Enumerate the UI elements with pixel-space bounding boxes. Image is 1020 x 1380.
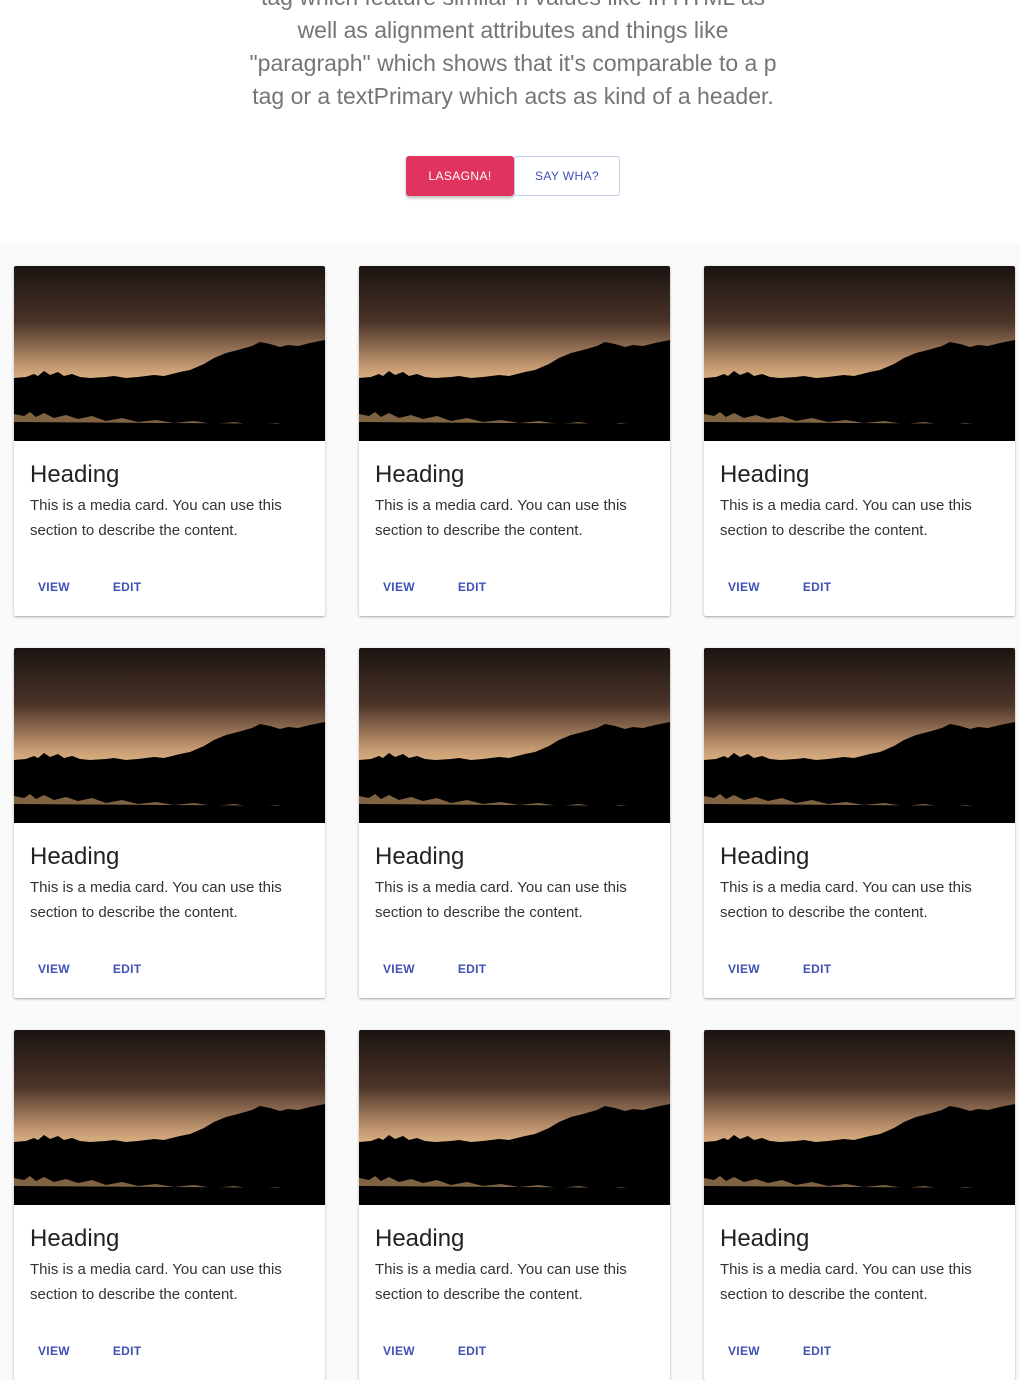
card-media-image (704, 648, 1015, 823)
media-card: Heading This is a media card. You can us… (704, 648, 1015, 998)
card-description: This is a media card. You can use this s… (720, 1261, 972, 1303)
card-heading: Heading (30, 461, 120, 488)
media-card: Heading This is a media card. You can us… (14, 266, 325, 616)
card-media-image (704, 1030, 1015, 1205)
card-media-image (14, 266, 325, 441)
view-button[interactable]: View (367, 1338, 431, 1364)
view-button[interactable]: View (712, 956, 776, 982)
card-actions: View Edit (712, 574, 858, 600)
edit-button[interactable]: Edit (442, 574, 503, 600)
card-media-image (359, 1030, 670, 1205)
card-heading: Heading (30, 1225, 120, 1252)
media-card: Heading This is a media card. You can us… (359, 266, 670, 616)
hero-button-group: Lasagna! Say wha? (406, 156, 620, 196)
media-card: Heading This is a media card. You can us… (704, 1030, 1015, 1380)
card-heading: Heading (720, 461, 810, 488)
view-button[interactable]: View (712, 1338, 776, 1364)
media-card: Heading This is a media card. You can us… (14, 1030, 325, 1380)
card-actions: View Edit (22, 1338, 168, 1364)
card-actions: View Edit (367, 574, 513, 600)
edit-button[interactable]: Edit (97, 574, 158, 600)
card-heading: Heading (30, 843, 120, 870)
media-card: Heading This is a media card. You can us… (359, 1030, 670, 1380)
card-media-image (14, 648, 325, 823)
card-description: This is a media card. You can use this s… (375, 497, 627, 539)
view-button[interactable]: View (367, 956, 431, 982)
card-description: This is a media card. You can use this s… (30, 497, 282, 539)
hero-section: tag which feature similar h values like … (0, 0, 1020, 244)
hero-line: tag or a textPrimary which acts as kind … (252, 83, 774, 109)
lasagna-button[interactable]: Lasagna! (406, 156, 514, 196)
card-grid: Heading This is a media card. You can us… (14, 266, 1015, 1380)
edit-button[interactable]: Edit (97, 1338, 158, 1364)
card-description: This is a media card. You can use this s… (30, 879, 282, 921)
view-button[interactable]: View (367, 574, 431, 600)
card-media-image (14, 1030, 325, 1205)
media-card: Heading This is a media card. You can us… (14, 648, 325, 998)
media-card: Heading This is a media card. You can us… (704, 266, 1015, 616)
view-button[interactable]: View (22, 956, 86, 982)
card-actions: View Edit (22, 574, 168, 600)
card-actions: View Edit (712, 956, 858, 982)
say-wha-button[interactable]: Say wha? (514, 156, 620, 196)
hero-line: tag which feature similar h values like … (200, 0, 826, 14)
edit-button[interactable]: Edit (442, 956, 503, 982)
card-heading: Heading (720, 1225, 810, 1252)
card-heading: Heading (375, 843, 465, 870)
card-heading: Heading (375, 461, 465, 488)
hero-description: tag which feature similar h values like … (200, 0, 826, 113)
card-description: This is a media card. You can use this s… (375, 879, 627, 921)
edit-button[interactable]: Edit (442, 1338, 503, 1364)
media-card: Heading This is a media card. You can us… (359, 648, 670, 998)
edit-button[interactable]: Edit (787, 574, 848, 600)
card-heading: Heading (375, 1225, 465, 1252)
edit-button[interactable]: Edit (787, 956, 848, 982)
hero-line: well as alignment attributes and things … (297, 17, 729, 43)
card-actions: View Edit (367, 1338, 513, 1364)
card-actions: View Edit (712, 1338, 858, 1364)
card-media-image (704, 266, 1015, 441)
card-description: This is a media card. You can use this s… (30, 1261, 282, 1303)
card-description: This is a media card. You can use this s… (720, 497, 972, 539)
card-media-image (359, 266, 670, 441)
card-description: This is a media card. You can use this s… (720, 879, 972, 921)
view-button[interactable]: View (712, 574, 776, 600)
card-actions: View Edit (22, 956, 168, 982)
view-button[interactable]: View (22, 1338, 86, 1364)
edit-button[interactable]: Edit (97, 956, 158, 982)
card-description: This is a media card. You can use this s… (375, 1261, 627, 1303)
hero-line: "paragraph" which shows that it's compar… (249, 50, 777, 76)
card-media-image (359, 648, 670, 823)
card-heading: Heading (720, 843, 810, 870)
card-actions: View Edit (367, 956, 513, 982)
view-button[interactable]: View (22, 574, 86, 600)
edit-button[interactable]: Edit (787, 1338, 848, 1364)
